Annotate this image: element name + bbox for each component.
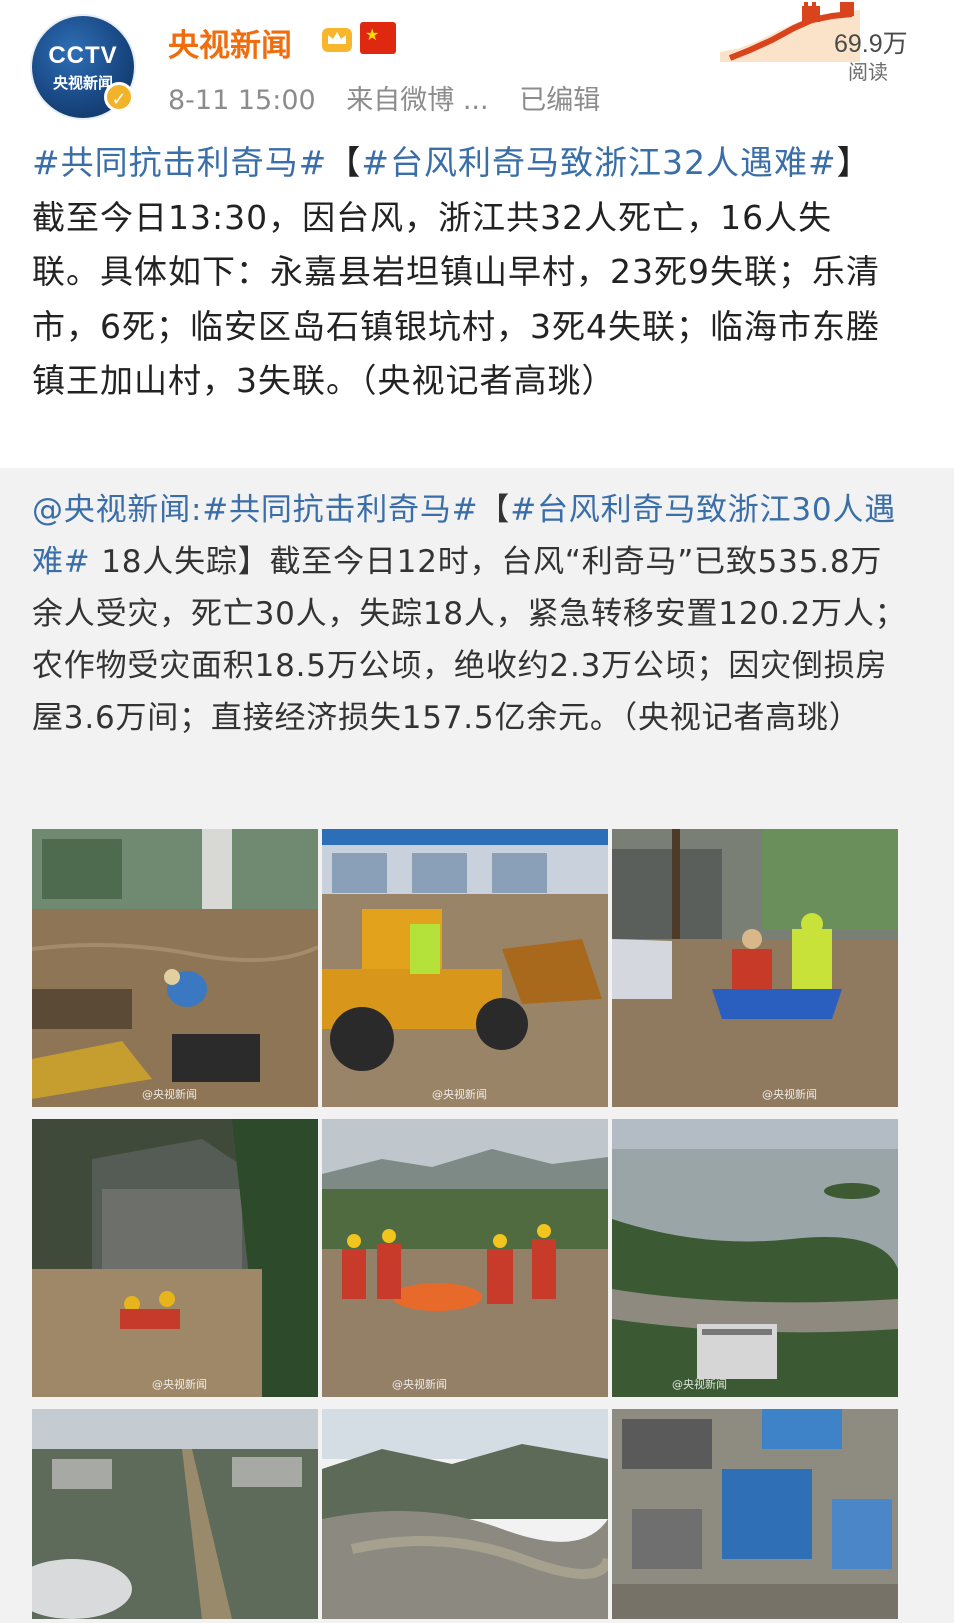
reads-count: 69.9万	[834, 30, 908, 58]
post-body: 截至今日13:30，因台风，浙江共32人死亡，16人失联。具体如下：永嘉县岩坦镇…	[32, 197, 880, 401]
photo-watermark: @央视新闻	[152, 1378, 207, 1391]
reads-label: 阅读	[848, 60, 888, 84]
repost-head-rest: 18人失踪】	[90, 544, 270, 580]
boat-rescue-street-photo[interactable]: @央视新闻	[612, 829, 898, 1107]
repost-mention[interactable]: @央视新闻:	[32, 492, 202, 528]
flooded-street-rescue-photo[interactable]: @央视新闻	[32, 829, 318, 1107]
repost-topic-link-1[interactable]: #共同抗击利奇马#	[202, 492, 478, 528]
photo-watermark: @央视新闻	[672, 1378, 727, 1391]
author-name[interactable]: 央视新闻	[168, 20, 292, 65]
post-source[interactable]: 来自微博 ...	[346, 85, 488, 116]
bracket-close: 】	[836, 143, 871, 182]
topic-link-1[interactable]: #共同抗击利奇马#	[32, 143, 327, 182]
edited-label[interactable]: 已编辑	[519, 85, 600, 116]
aerial-flood-lake-photo[interactable]: @央视新闻	[612, 1119, 898, 1397]
photo-watermark: @央视新闻	[392, 1378, 447, 1391]
repost-bracket-open: 【	[478, 492, 511, 528]
post-text: #共同抗击利奇马#【#台风利奇马致浙江32人遇难#】截至今日13:30，因台风，…	[32, 136, 892, 409]
aerial-city-flood-photo[interactable]	[32, 1409, 318, 1619]
cctv-logo: CCTV	[48, 42, 118, 69]
bulldozer-flood-rescue-photo[interactable]: @央视新闻	[322, 829, 608, 1107]
photo-watermark: @央视新闻	[142, 1088, 197, 1101]
verified-badge-icon: ✓	[104, 82, 134, 112]
topic-link-2[interactable]: #台风利奇马致浙江32人遇难#	[361, 143, 836, 182]
crown-icon	[322, 28, 352, 52]
aerial-rooftops-photo[interactable]	[612, 1409, 898, 1619]
flooded-village-rescue-photo[interactable]: @央视新闻	[32, 1119, 318, 1397]
china-flag-icon: ★	[360, 22, 396, 54]
rescuers-raft-photo[interactable]: @央视新闻	[322, 1119, 608, 1397]
post-meta: 8-11 15:00 来自微博 ... 已编辑	[168, 78, 622, 117]
post-date: 8-11 15:00	[168, 85, 316, 116]
post-header: CCTV 央视新闻 ✓ 央视新闻 ★ 8-11 15:00 来自微博 ... 已…	[0, 0, 954, 125]
aerial-valley-flood-photo[interactable]	[322, 1409, 608, 1619]
repost-text: @央视新闻:#共同抗击利奇马#【#台风利奇马致浙江30人遇难# 18人失踪】截至…	[32, 484, 912, 744]
bracket-open: 【	[327, 143, 362, 182]
photo-watermark: @央视新闻	[762, 1088, 817, 1101]
photo-watermark: @央视新闻	[432, 1088, 487, 1101]
